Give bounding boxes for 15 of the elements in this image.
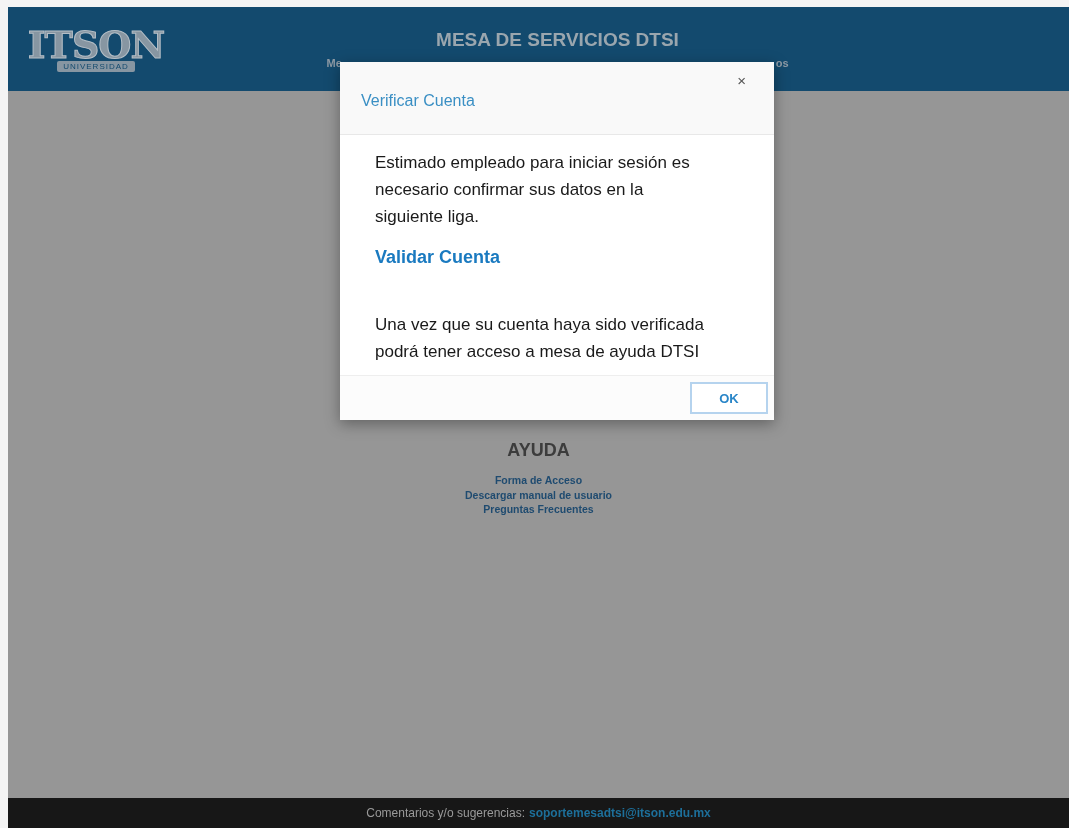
dialog-title: Verificar Cuenta bbox=[361, 92, 475, 110]
email-link[interactable]: soportemesadtsi@itson.edu.mx bbox=[529, 806, 711, 820]
footer-label: Comentarios y/o sugerencias: bbox=[366, 806, 525, 820]
validate-link[interactable]: Validar Cuenta bbox=[375, 247, 501, 268]
site-title: MESA DE SERVICIOS DTSI bbox=[436, 29, 679, 51]
subtitle-fragment: Me bbox=[326, 57, 342, 69]
close-button[interactable]: × bbox=[733, 70, 750, 91]
help-link[interactable]: Descargar manual de usuario bbox=[464, 487, 613, 502]
ok-button[interactable]: OK bbox=[690, 382, 768, 414]
subtitle-fragment: os bbox=[775, 57, 789, 69]
help-link[interactable]: Preguntas Frecuentes bbox=[483, 502, 594, 517]
dialog-message: Estimado empleado para iniciar sesión es necesario confirmar sus datos en la siguiente liga. bbox=[375, 152, 691, 228]
help-heading: AYUDA bbox=[507, 440, 570, 461]
help-link[interactable]: Forma de Acceso bbox=[494, 473, 583, 488]
dialog-note: Una vez que su cuenta haya sido verificada podrá tener acceso a mesa de ayuda DTSI bbox=[375, 314, 705, 363]
